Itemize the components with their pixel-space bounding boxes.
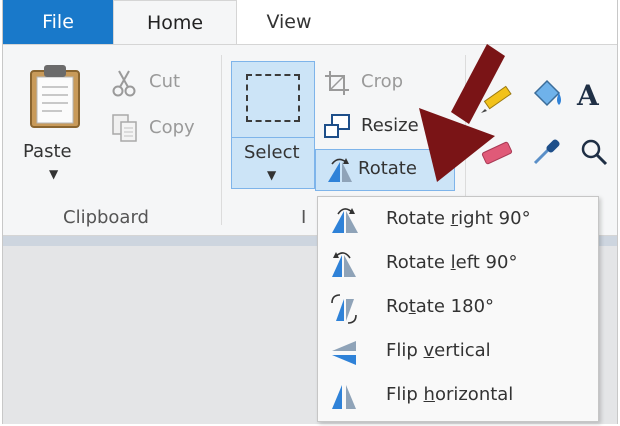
cut-label: Cut xyxy=(149,71,181,92)
eraser-icon[interactable] xyxy=(479,139,513,167)
rotate-button[interactable]: Rotate ▼ xyxy=(315,149,455,191)
menu-item-flip-vertical[interactable]: Flip vertical xyxy=(318,331,598,375)
tab-home[interactable]: Home xyxy=(113,0,237,44)
magnifier-icon[interactable] xyxy=(579,137,609,167)
clipboard-group-label: Clipboard xyxy=(63,207,149,228)
menu-item-label: Rotate right 90° xyxy=(386,208,531,229)
rotate-left-icon xyxy=(332,252,356,277)
rotate-icon xyxy=(328,158,352,182)
rotate-180-icon xyxy=(331,294,357,324)
menu-item-rotate-left[interactable]: Rotate left 90° xyxy=(318,243,598,287)
flip-vertical-icon xyxy=(332,341,356,365)
cut-button[interactable]: Cut xyxy=(111,67,207,101)
crop-label: Crop xyxy=(361,71,404,92)
resize-icon xyxy=(324,114,350,138)
menu-item-label: Rotate 180° xyxy=(386,296,495,317)
pencil-icon[interactable] xyxy=(479,83,513,113)
crop-icon xyxy=(325,71,349,95)
copy-icon xyxy=(112,114,137,142)
fill-bucket-icon[interactable] xyxy=(529,79,563,111)
rotate-label: Rotate xyxy=(358,158,417,179)
chevron-down-icon: ▼ xyxy=(438,165,447,178)
menu-item-rotate-right[interactable]: Rotate right 90° xyxy=(318,199,598,243)
tab-file[interactable]: File xyxy=(3,0,113,44)
paste-label: Paste xyxy=(23,141,72,162)
menu-item-rotate-180[interactable]: Rotate 180° xyxy=(318,287,598,331)
select-label: Select xyxy=(244,142,300,163)
rectangle-selection-icon xyxy=(246,74,300,122)
copy-button[interactable]: Copy xyxy=(111,113,211,147)
rotate-dropdown-menu: Rotate right 90° Rotate left 90° Rotate … xyxy=(317,196,599,422)
select-button-top[interactable] xyxy=(232,62,314,138)
crop-button[interactable]: Crop xyxy=(323,67,433,101)
scissors-icon xyxy=(112,70,136,97)
resize-button[interactable]: Resize xyxy=(323,111,443,145)
tab-view[interactable]: View xyxy=(237,0,341,44)
flip-horizontal-icon xyxy=(332,385,356,409)
copy-label: Copy xyxy=(149,117,195,138)
paste-button[interactable]: Paste ▼ xyxy=(17,63,95,213)
select-button[interactable]: Select ▼ xyxy=(231,61,315,189)
chevron-down-icon: ▼ xyxy=(49,167,59,181)
color-picker-icon[interactable] xyxy=(531,137,561,167)
clipboard-icon xyxy=(30,65,80,128)
text-tool-icon[interactable]: A xyxy=(577,79,599,112)
resize-label: Resize xyxy=(361,115,419,136)
rotate-right-icon xyxy=(332,208,358,233)
group-divider xyxy=(221,55,222,225)
chevron-down-icon: ▼ xyxy=(267,168,277,182)
menu-item-flip-horizontal[interactable]: Flip horizontal xyxy=(318,375,598,419)
ribbon-tab-strip: File Home View xyxy=(3,0,617,44)
menu-item-label: Flip vertical xyxy=(386,340,491,361)
image-group-label: I xyxy=(301,207,307,228)
menu-item-label: Rotate left 90° xyxy=(386,252,518,273)
paint-window: File Home View Paste ▼ Cut Copy Clipboar… xyxy=(2,0,618,424)
menu-item-label: Flip horizontal xyxy=(386,384,514,405)
